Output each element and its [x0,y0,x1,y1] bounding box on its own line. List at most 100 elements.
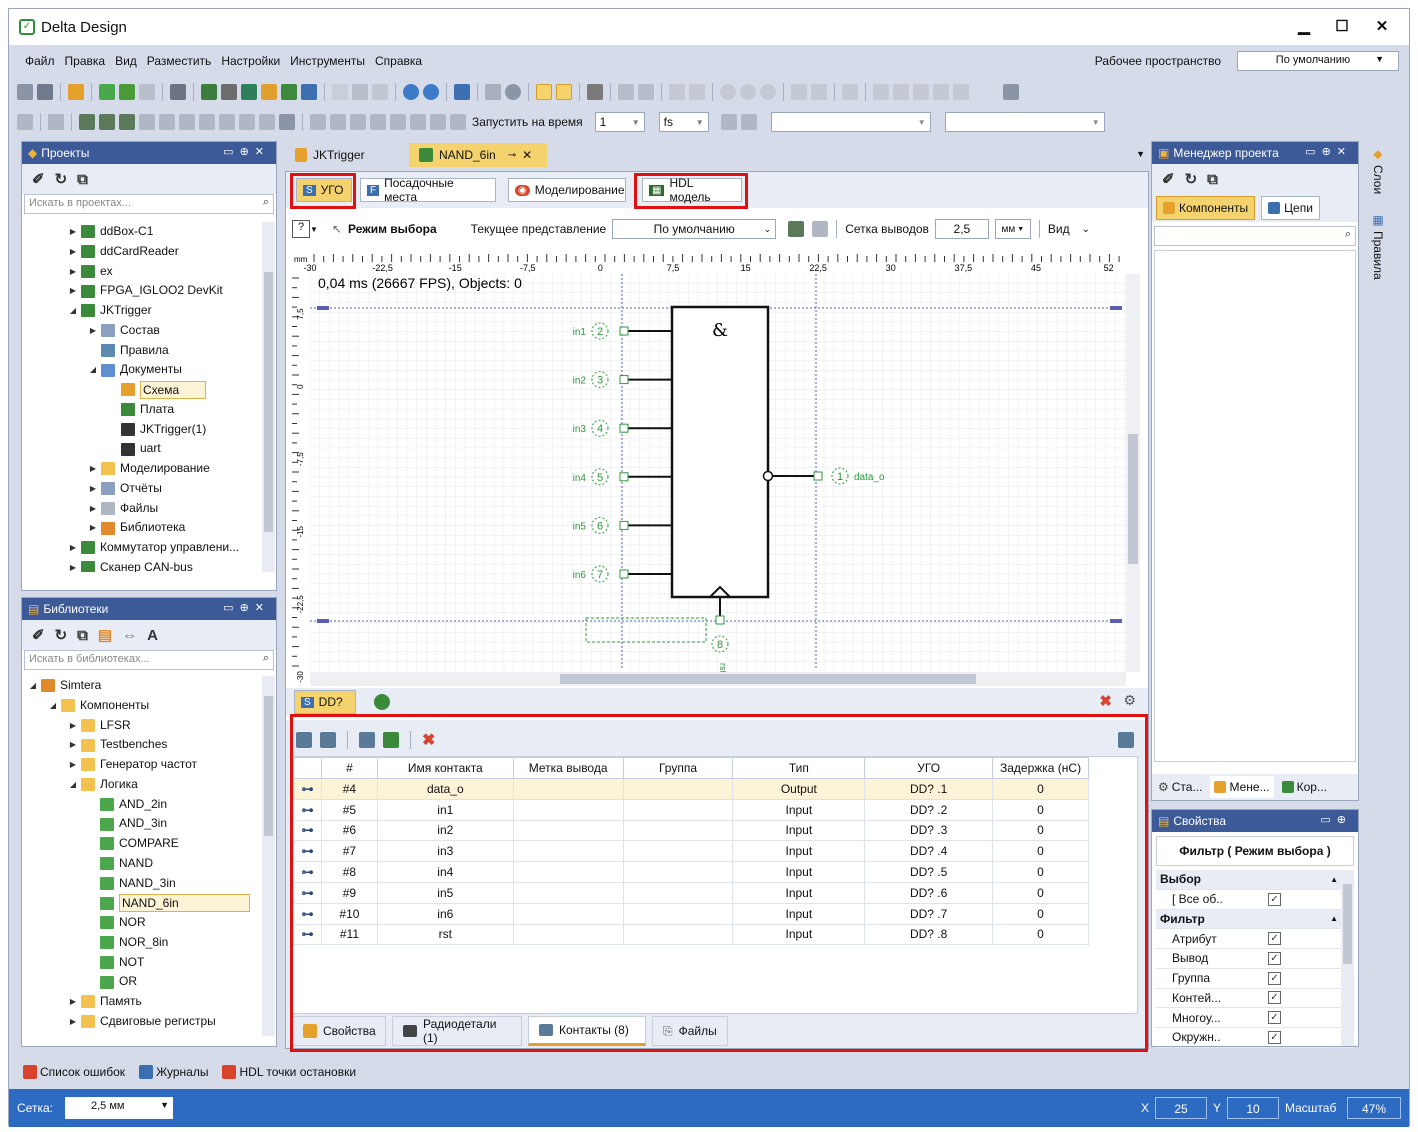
text-icon[interactable] [259,114,275,130]
breakpoint-icon[interactable] [720,114,737,130]
minimize-button[interactable]: ▁ [1293,17,1315,35]
toolbar-options-icon[interactable] [1003,84,1019,100]
compile-icon[interactable] [310,114,326,130]
gate-body[interactable] [670,305,770,599]
sim-select-2[interactable]: ▼ [944,112,1105,132]
link-icon[interactable] [760,84,776,100]
chip-icon[interactable] [740,114,757,130]
run-time-input[interactable]: 1 ▼ [594,112,645,132]
save-icon[interactable] [17,84,33,100]
pin-right-icon[interactable] [556,84,572,100]
copy-icon[interactable]: ⧉ [77,171,88,188]
tab-jktrigger[interactable]: JKTrigger [285,143,405,167]
pause-icon[interactable] [350,114,366,130]
maximize-button[interactable]: ☐ [1331,17,1353,35]
view-menu[interactable]: Вид [1048,222,1070,236]
pin-in-anchor[interactable] [619,326,629,336]
settings-gear-icon[interactable] [587,84,603,100]
net-icon[interactable] [48,114,64,130]
pin-left-icon[interactable] [536,84,552,100]
tabs-dropdown-icon[interactable]: ▼ [1136,149,1145,159]
tree-item[interactable]: ▶ Библиотека [22,518,276,538]
align-bottom-icon[interactable] [913,84,929,100]
selection-mode-label[interactable]: Режим выбора [348,222,437,236]
tab-error-list[interactable]: Список ошибок [23,1065,125,1079]
export-icon[interactable] [1072,694,1088,710]
print-icon[interactable] [170,84,186,100]
side-tab-rules[interactable]: ▦ Правила [1371,213,1385,283]
prop-checkbox[interactable]: ✓ [1268,951,1281,965]
zoom-in-icon[interactable] [403,84,419,100]
refresh-icon[interactable]: ↻ [55,170,68,188]
step-out-icon[interactable] [430,114,446,130]
tree-item[interactable]: NOR_8in [22,933,276,953]
stop-icon[interactable] [370,114,386,130]
group-icon[interactable] [791,84,807,100]
flip-icon[interactable] [689,84,705,100]
library-add-icon[interactable]: ▤ [98,626,112,644]
circle-icon[interactable] [720,84,736,100]
tab-other[interactable]: Кор... [1278,776,1331,798]
cube-icon[interactable] [281,84,297,100]
tree-item[interactable]: ▶ Генератор частот [22,755,276,775]
tools-icon[interactable]: ✐ [1162,170,1175,188]
zoom-out-icon[interactable] [423,84,439,100]
pin-in-anchor[interactable] [619,569,629,579]
tree-item[interactable]: JKTrigger(1) [22,420,276,440]
tree-item[interactable]: NOR [22,913,276,933]
tab-pads[interactable]: F Посадочные места [360,176,496,204]
component-icon[interactable] [241,84,257,100]
wire-icon[interactable] [139,114,155,130]
doc2-icon[interactable] [352,84,368,100]
tree-item[interactable]: ▶ Отчёты [22,479,276,499]
grid-icon[interactable] [842,84,858,100]
projects-search-input[interactable]: Искать в проектах... ⌕ [24,194,274,214]
prop-checkbox[interactable]: ✓ [1268,1030,1281,1044]
undo-icon[interactable] [119,84,135,100]
panel-controls[interactable]: ▭⊕✕ [223,601,270,614]
manager-search-input[interactable]: ⌕ [1154,226,1356,246]
tree-item[interactable]: ▶ Testbenches [22,735,276,755]
components-button[interactable]: Компоненты [1156,196,1256,220]
doc-icon[interactable] [332,84,348,100]
sheet-tab-dd[interactable]: S DD? [294,690,356,714]
panel-controls[interactable]: ▭⊕✕ [223,145,270,158]
add-bus-icon[interactable] [99,114,115,130]
mirror-icon[interactable] [618,84,634,100]
panel-controls[interactable]: ▭⊕✕ [1305,145,1352,158]
tree-item[interactable]: AND_2in [22,795,276,815]
tree-item[interactable]: ▶ ddBox-C1 [22,222,276,242]
find-icon[interactable] [221,84,237,100]
prop-checkbox[interactable]: ✓ [1268,1011,1281,1025]
export-icon[interactable] [788,221,805,237]
tree-item[interactable]: Правила [22,341,276,361]
tree-item[interactable]: ▶ Сканер CAN-bus [22,558,276,572]
prop-checkbox[interactable]: ✓ [1268,991,1281,1005]
grid-unit-select[interactable]: мм ▼ [994,219,1031,239]
tree-item[interactable]: NAND_3in [22,874,276,894]
tree-item[interactable]: ▶ ex [22,262,276,282]
refresh-icon[interactable]: ↻ [55,626,68,644]
add-pin-icon[interactable] [79,114,95,130]
doc3-icon[interactable] [372,84,388,100]
schematic-canvas[interactable]: -30 -22,5 -15 -7,5 0 7,5 15 22,5 30 37,5 45 52 7,50… [290,244,1146,688]
frame-icon[interactable] [279,114,295,130]
step-icon[interactable] [390,114,406,130]
sim-select-1[interactable]: ▼ [770,112,931,132]
help-icon[interactable]: ? [292,220,310,238]
tab-state[interactable]: ⚙ Ста... [1154,776,1206,798]
tree-item[interactable]: ◢ Логика [22,775,276,795]
view-select[interactable]: По умолчанию ⌄ [612,219,777,239]
tree-item[interactable]: ▶ Коммутатор управлени... [22,538,276,558]
pin-out-anchor[interactable] [813,471,823,481]
package-icon[interactable] [261,84,277,100]
power-icon[interactable] [239,114,255,130]
ungroup-icon[interactable] [811,84,827,100]
step-over-icon[interactable] [410,114,426,130]
libraries-search-input[interactable]: Искать в библиотеках... ⌕ [24,650,274,670]
add-port-icon[interactable] [119,114,135,130]
menu-view[interactable]: Вид [115,54,137,68]
tab-nand-6in[interactable]: NAND_6in ⊸ ✕ [409,143,547,167]
section-select[interactable]: Выбор ▲ [1156,870,1354,890]
tree-item[interactable]: ◢ Компоненты [22,696,276,716]
